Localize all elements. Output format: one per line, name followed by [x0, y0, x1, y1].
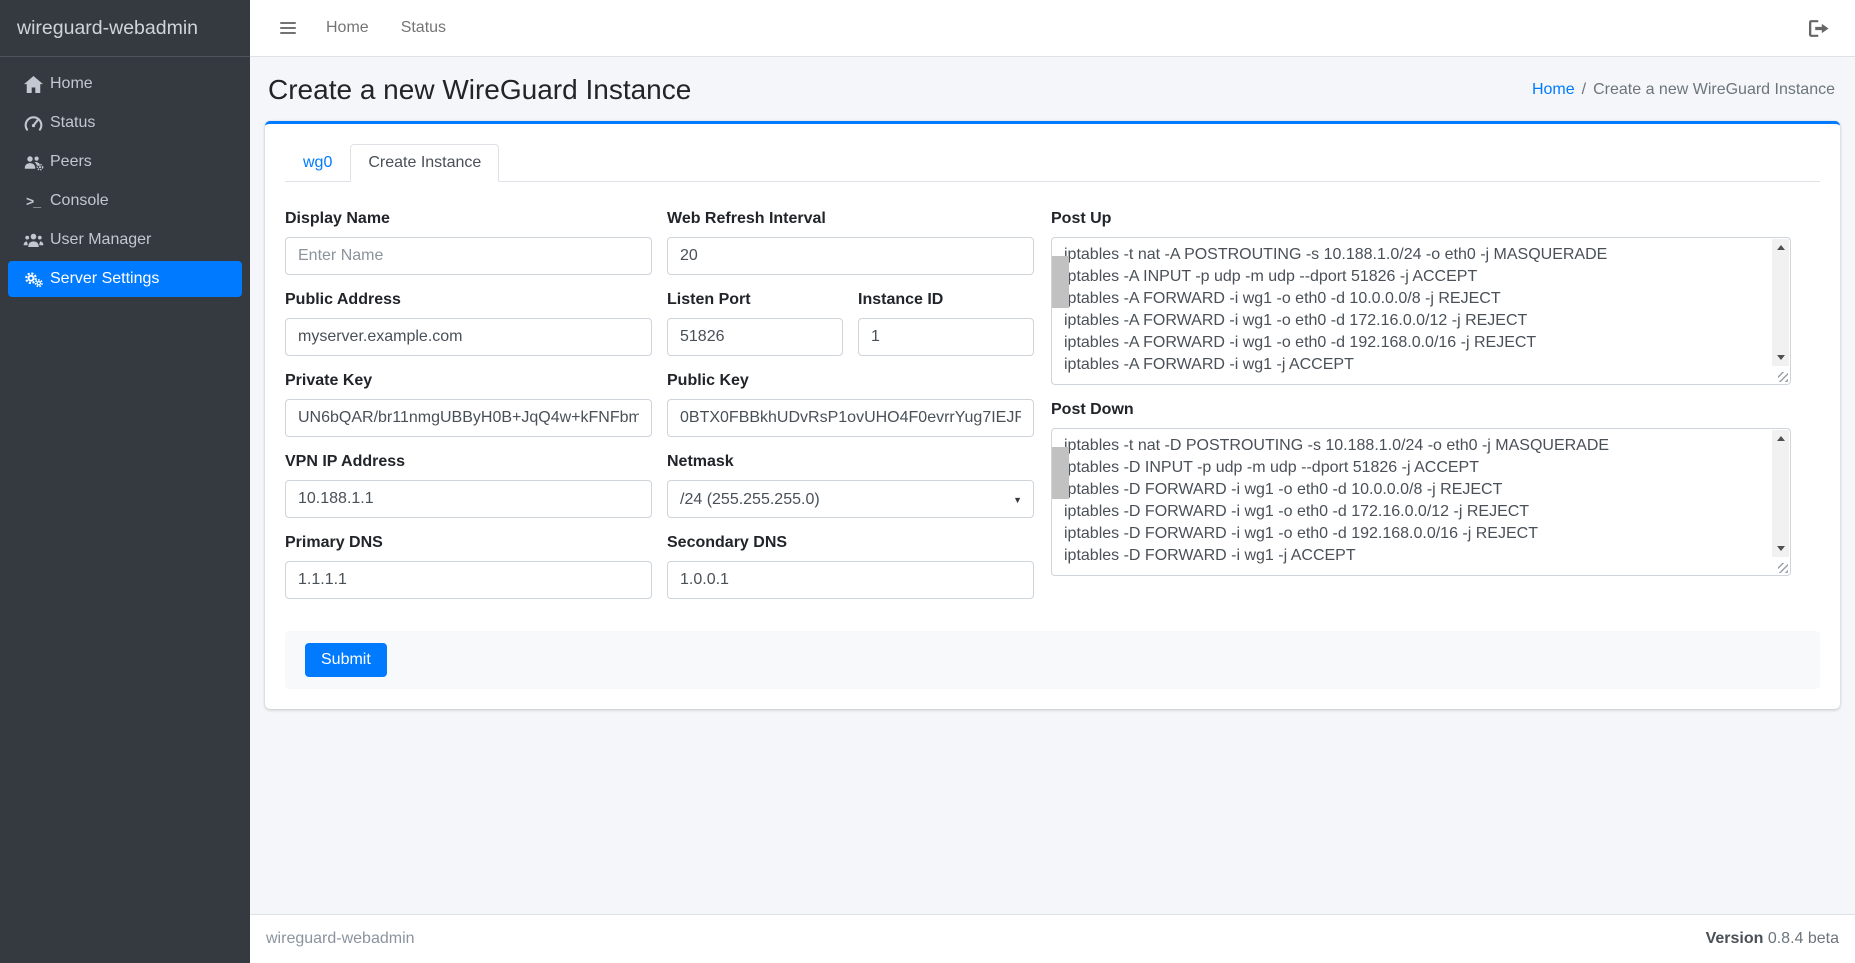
sidebar-item-console[interactable]: >_ Console [8, 183, 242, 219]
web-refresh-interval-label: Web Refresh Interval [667, 210, 1034, 228]
main-area: Home Status Create a new WireGuard Insta… [250, 0, 1855, 963]
footer-version-value: 0.8.4 beta [1768, 930, 1839, 947]
display-name-label: Display Name [285, 210, 652, 228]
post-down-scrollbar[interactable] [1772, 430, 1789, 557]
sidebar-item-label: User Manager [50, 231, 151, 249]
scroll-up-icon[interactable] [1772, 239, 1789, 256]
instance-tabs: wg0 Create Instance [285, 144, 1820, 182]
submit-strip: Submit [285, 631, 1820, 689]
create-instance-form: Display Name Web Refresh Interval [285, 182, 1820, 615]
sidebar-item-status[interactable]: Status [8, 105, 242, 141]
brand-title[interactable]: wireguard-webadmin [0, 0, 250, 57]
public-address-input[interactable] [285, 318, 652, 356]
sidebar-item-label: Server Settings [50, 270, 159, 288]
scroll-down-icon[interactable] [1772, 540, 1789, 557]
form-left-column: Display Name Web Refresh Interval [285, 210, 1035, 615]
sidebar-item-label: Console [50, 192, 109, 210]
terminal-icon: >_ [16, 193, 50, 209]
scroll-down-icon[interactable] [1772, 349, 1789, 366]
sign-out-icon[interactable] [1799, 14, 1839, 43]
page-title: Create a new WireGuard Instance [268, 74, 691, 106]
sidebar: wireguard-webadmin Home Status Peers [0, 0, 250, 963]
breadcrumb-current: Create a new WireGuard Instance [1593, 81, 1835, 98]
content-header: Create a new WireGuard Instance Home / Cre… [265, 57, 1840, 121]
footer-version-label: Version [1706, 930, 1764, 947]
netmask-label: Netmask [667, 453, 1034, 471]
vpn-ip-label: VPN IP Address [285, 453, 652, 471]
gears-icon [16, 270, 50, 288]
navbar-link-status[interactable]: Status [385, 11, 462, 45]
home-icon [16, 76, 50, 93]
submit-button[interactable]: Submit [305, 643, 387, 677]
form-right-column: Post Up iptables -t nat -A POSTROUTING -… [1051, 210, 1791, 615]
tab-wg0[interactable]: wg0 [285, 144, 350, 182]
resize-grip-icon[interactable] [1778, 372, 1788, 382]
private-key-input[interactable] [285, 399, 652, 437]
listen-port-label: Listen Port [667, 291, 843, 309]
post-up-label: Post Up [1051, 210, 1791, 228]
main-footer: wireguard-webadmin Version 0.8.4 beta [250, 914, 1855, 963]
sidebar-item-label: Home [50, 75, 93, 93]
primary-dns-input[interactable] [285, 561, 652, 599]
card-body: wg0 Create Instance Display Name [265, 124, 1840, 709]
instance-card: wg0 Create Instance Display Name [265, 121, 1840, 709]
post-down-text: iptables -t nat -D POSTROUTING -s 10.188… [1052, 429, 1790, 575]
sidebar-item-user-manager[interactable]: User Manager [8, 222, 242, 258]
navbar-link-home[interactable]: Home [310, 11, 385, 45]
secondary-dns-input[interactable] [667, 561, 1034, 599]
app-window: wireguard-webadmin Home Status Peers [0, 0, 1855, 963]
footer-brand: wireguard-webadmin [266, 930, 415, 948]
sidebar-item-label: Peers [50, 153, 92, 171]
display-name-input[interactable] [285, 237, 652, 275]
sidebar-item-label: Status [50, 114, 95, 132]
public-address-label: Public Address [285, 291, 652, 309]
public-key-label: Public Key [667, 372, 1034, 390]
web-refresh-interval-input[interactable] [667, 237, 1034, 275]
post-up-textarea[interactable]: iptables -t nat -A POSTROUTING -s 10.188… [1051, 237, 1791, 385]
instance-id-input[interactable] [858, 318, 1034, 356]
top-navbar: Home Status [250, 0, 1855, 57]
listen-port-input[interactable] [667, 318, 843, 356]
scrollbar-thumb[interactable] [1052, 256, 1069, 308]
post-up-scrollbar[interactable] [1772, 239, 1789, 366]
tab-create-instance[interactable]: Create Instance [350, 144, 499, 182]
hamburger-icon[interactable] [272, 16, 304, 40]
breadcrumb-separator: / [1582, 81, 1586, 98]
secondary-dns-label: Secondary DNS [667, 534, 1034, 552]
netmask-select[interactable]: /24 (255.255.255.0) [667, 480, 1034, 518]
scrollbar-thumb[interactable] [1052, 447, 1069, 499]
resize-grip-icon[interactable] [1778, 563, 1788, 573]
breadcrumb: Home / Create a new WireGuard Instance [1532, 81, 1835, 99]
scroll-up-icon[interactable] [1772, 430, 1789, 447]
footer-version: Version 0.8.4 beta [1706, 930, 1839, 948]
post-up-text: iptables -t nat -A POSTROUTING -s 10.188… [1052, 238, 1790, 384]
content: Create a new WireGuard Instance Home / Cre… [250, 57, 1855, 914]
private-key-label: Private Key [285, 372, 652, 390]
post-down-textarea[interactable]: iptables -t nat -D POSTROUTING -s 10.188… [1051, 428, 1791, 576]
gauge-icon [16, 115, 50, 132]
breadcrumb-home-link[interactable]: Home [1532, 81, 1575, 98]
sidebar-item-server-settings[interactable]: Server Settings [8, 261, 242, 297]
users-gear-icon [16, 154, 50, 171]
post-down-label: Post Down [1051, 401, 1791, 419]
sidebar-nav: Home Status Peers >_ Console [0, 57, 250, 309]
vpn-ip-input[interactable] [285, 480, 652, 518]
sidebar-item-peers[interactable]: Peers [8, 144, 242, 180]
users-icon [16, 232, 50, 249]
sidebar-item-home[interactable]: Home [8, 66, 242, 102]
instance-id-label: Instance ID [858, 291, 1034, 309]
public-key-input[interactable] [667, 399, 1034, 437]
primary-dns-label: Primary DNS [285, 534, 652, 552]
